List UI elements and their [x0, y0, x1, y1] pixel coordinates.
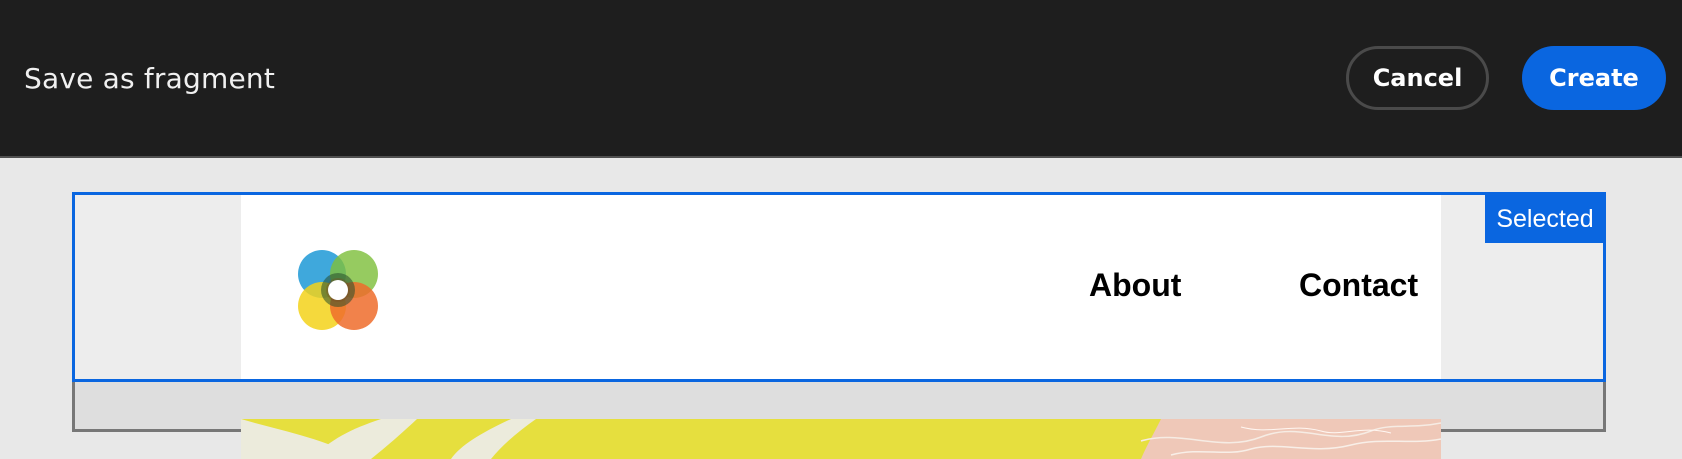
nav-link-about[interactable]: About [1089, 265, 1181, 305]
selected-badge: Selected [1485, 195, 1603, 243]
hero-image-preview [241, 419, 1441, 459]
nav-link-contact[interactable]: Contact [1299, 265, 1418, 305]
dialog-title: Save as fragment [24, 62, 276, 95]
preview-canvas: About Contact Selected [0, 158, 1682, 459]
hero-image-pattern [241, 419, 1441, 459]
dialog-header: Save as fragment Cancel Create [0, 0, 1682, 158]
cancel-button[interactable]: Cancel [1346, 46, 1489, 110]
site-header-preview: About Contact [241, 195, 1441, 379]
multicolor-flower-logo-icon [298, 250, 378, 330]
create-button[interactable]: Create [1522, 46, 1666, 110]
selected-fragment-frame[interactable]: About Contact Selected [72, 192, 1606, 382]
